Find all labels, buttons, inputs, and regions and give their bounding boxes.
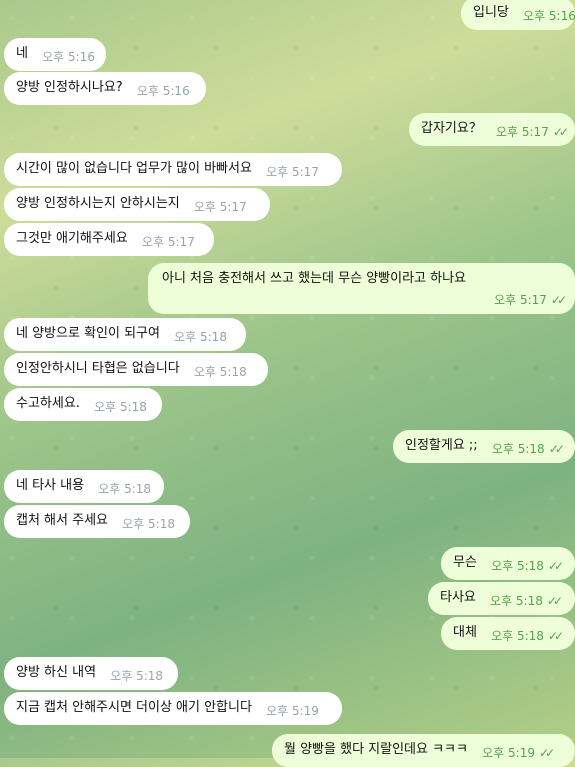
incoming-message[interactable]: 수고하세요. 오후 5:18 [4, 388, 162, 421]
outgoing-message[interactable]: 갑자기요？ 오후 5:17 ✓✓ [409, 113, 575, 146]
message-text: 지금 캡처 안해주시면 더이상 애기 안합니다 [16, 700, 252, 715]
message-time: 오후 5:18 [193, 365, 247, 379]
outgoing-message[interactable]: 타사요 오후 5:18 ✓✓ [428, 582, 575, 615]
message-time: 오후 5:18 ✓✓ [490, 594, 563, 608]
outgoing-message[interactable]: 뭘 양빵을 했다 지랄인데요 ㅋㅋㅋ 오후 5:19 ✓✓ [272, 734, 575, 767]
message-time: 오후 5:17 ✓✓ [495, 125, 569, 139]
outgoing-message[interactable]: 인정할게요 ;; 오후 5:18 ✓✓ [393, 430, 575, 463]
message-text: 캡처 해서 주세요 [16, 513, 108, 528]
read-check-icon: ✓✓ [550, 292, 567, 307]
message-text: 수고하세요. [16, 396, 80, 411]
outgoing-message[interactable]: 무슨 오후 5:18 ✓✓ [441, 547, 575, 580]
read-check-icon: ✓✓ [548, 442, 565, 456]
outgoing-message[interactable]: 아니 처음 충전해서 쓰고 했는데 무슨 양빵이라고 하나요 오후 5:17 ✓✓ [148, 263, 575, 314]
message-time: 오후 5:19 [266, 704, 319, 718]
message-time: 오후 5:18 [94, 400, 147, 414]
incoming-message[interactable]: 네 양방으로 확인이 되구여 오후 5:18 [4, 318, 246, 351]
incoming-message[interactable]: 캡처 해서 주세요 오후 5:18 [4, 505, 190, 538]
incoming-message[interactable]: 인정안하시니 타협은 없습니다 오후 5:18 [4, 353, 268, 386]
message-time: 오후 5:17 [266, 165, 319, 179]
message-time: 오후 5:18 [110, 669, 164, 683]
message-text: 양방 하신 내역 [16, 665, 97, 680]
message-text: 네 양방으로 확인이 되구여 [16, 326, 160, 341]
message-time: 오후 5:18 [98, 482, 152, 496]
message-time: 오후 5:18 [122, 517, 175, 531]
read-check-icon: ✓✓ [546, 594, 563, 608]
message-text: 무슨 [453, 555, 477, 570]
outgoing-message[interactable]: 입니당 오후 5:16✓✓ [461, 0, 575, 30]
read-check-icon: ✓✓ [552, 125, 569, 139]
message-time: 오후 5:18 ✓✓ [491, 629, 564, 643]
incoming-message[interactable]: 지금 캡처 안해주시면 더이상 애기 안합니다 오후 5:19 [4, 692, 342, 725]
read-check-icon: ✓✓ [547, 629, 564, 643]
message-time: 오후 5:19 ✓✓ [482, 746, 555, 760]
incoming-message[interactable]: 네 타사 내용 오후 5:18 [4, 470, 164, 503]
message-time: 오후 5:16 [136, 84, 190, 98]
message-time: 오후 5:16✓✓ [523, 9, 575, 23]
message-time: 오후 5:17 ✓✓ [494, 292, 567, 307]
incoming-message[interactable]: 네 오후 5:16 [4, 38, 106, 71]
message-text: 뭘 양빵을 했다 지랄인데요 ㅋㅋㅋ [284, 742, 468, 757]
incoming-message[interactable]: 그것만 애기해주세요 오후 5:17 [4, 223, 214, 256]
read-check-icon: ✓✓ [547, 559, 564, 573]
message-time: 오후 5:18 ✓✓ [491, 442, 565, 456]
message-time: 오후 5:18 ✓✓ [491, 559, 564, 573]
message-text: 인정할게요 ;; [405, 438, 478, 453]
incoming-message[interactable]: 양방 인정하시는지 안하시는지 오후 5:17 [4, 188, 270, 221]
message-text: 아니 처음 충전해서 쓰고 했는데 무슨 양빵이라고 하나요 [162, 271, 467, 286]
incoming-message[interactable]: 양방 하신 내역 오후 5:18 [4, 657, 178, 690]
message-text: 네 [16, 46, 28, 61]
outgoing-message[interactable]: 대체 오후 5:18 ✓✓ [441, 617, 575, 650]
message-text: 양방 인정하시나요? [16, 80, 123, 95]
message-time: 오후 5:17 [193, 200, 247, 214]
message-text: 갑자기요？ [421, 121, 482, 136]
incoming-message[interactable]: 시간이 많이 없습니다 업무가 많이 바빠서요 오후 5:17 [4, 153, 342, 186]
message-text: 시간이 많이 없습니다 업무가 많이 바빠서요 [16, 161, 252, 176]
message-text: 인정안하시니 타협은 없습니다 [16, 361, 180, 376]
message-text: 타사요 [440, 590, 476, 605]
message-text: 대체 [453, 625, 477, 640]
incoming-message[interactable]: 양방 인정하시나요? 오후 5:16 [4, 72, 206, 105]
message-text: 입니당 [473, 5, 509, 20]
message-time: 오후 5:16 [42, 50, 95, 64]
message-text: 네 타사 내용 [16, 478, 85, 493]
message-text: 그것만 애기해주세요 [16, 231, 128, 246]
message-text: 양방 인정하시는지 안하시는지 [16, 196, 180, 211]
message-time: 오후 5:17 [141, 235, 195, 249]
message-time: 오후 5:18 [174, 330, 227, 344]
